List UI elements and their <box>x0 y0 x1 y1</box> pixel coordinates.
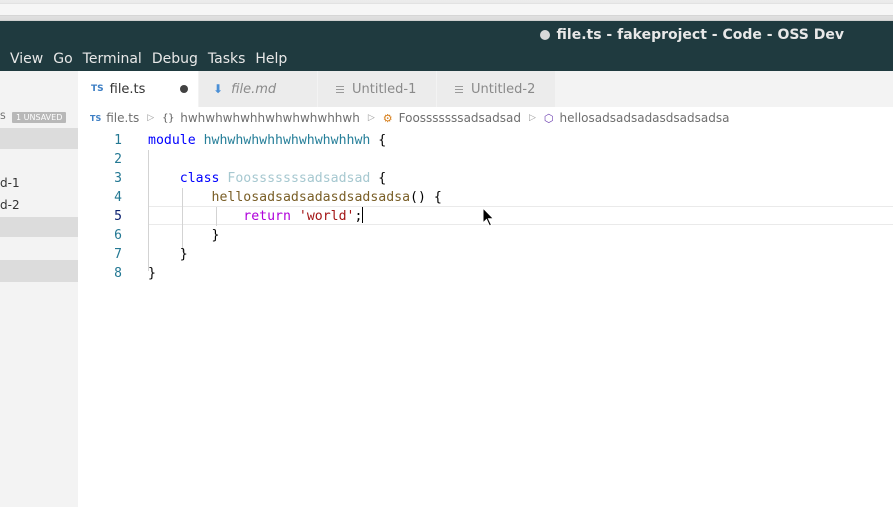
open-editors-header-edge: S <box>0 112 6 122</box>
code-text[interactable]: class Foosssssssadsadsad { <box>148 169 386 188</box>
code-line[interactable]: 1 module hwhwhwhwhhwhwhwhwhhwh { <box>78 131 893 150</box>
editor-tab-bar: TS file.ts ⬇ file.md Untitled-1 Untitled… <box>78 71 893 107</box>
menu-tasks[interactable]: Tasks <box>203 49 251 69</box>
ts-icon: TS <box>91 84 104 94</box>
code-line[interactable]: 6 } <box>78 226 893 245</box>
code-text[interactable]: } <box>148 226 220 245</box>
breadcrumb: TS file.ts ▷ {} hwhwhwhwhhwhwhwhwhhwh ▷ … <box>78 107 893 129</box>
chevron-right-icon: ▷ <box>147 113 155 123</box>
window-title: file.ts - fakeproject - Code - OSS Dev <box>539 27 844 43</box>
folder-section-header[interactable] <box>0 217 78 237</box>
open-editor-untitled-1[interactable]: d-1 <box>0 176 20 190</box>
mouse-pointer-icon <box>482 207 495 227</box>
menu-view[interactable]: View <box>0 49 48 69</box>
tab-untitled-1[interactable]: Untitled-1 <box>318 71 436 107</box>
text-cursor <box>362 207 364 223</box>
code-line[interactable]: 7 } <box>78 245 893 264</box>
desktop-strip-bar <box>0 3 893 16</box>
breadcrumb-class[interactable]: Foosssssssadsadsad <box>399 111 521 125</box>
line-number: 3 <box>114 171 122 186</box>
line-number: 5 <box>114 209 122 224</box>
tab-file-ts[interactable]: TS file.ts <box>78 71 198 107</box>
tab-untitled-2[interactable]: Untitled-2 <box>437 71 555 107</box>
explorer-sidebar: S 1 UNSAVED d-1 d-2 <box>0 71 78 507</box>
namespace-braces-icon: {} <box>162 112 175 124</box>
open-editors-header[interactable]: S 1 UNSAVED <box>0 111 78 125</box>
tab-file-md[interactable]: ⬇ file.md <box>199 71 317 107</box>
breadcrumb-namespace[interactable]: hwhwhwhwhhwhwhwhwhhwh <box>180 111 360 125</box>
menu-terminal[interactable]: Terminal <box>78 49 147 69</box>
title-bar: file.ts - fakeproject - Code - OSS Dev V… <box>0 21 893 71</box>
tab-label: Untitled-2 <box>471 81 536 97</box>
class-icon: ⚙ <box>382 111 393 125</box>
text-lines-icon <box>336 84 344 95</box>
code-line[interactable]: 2 <box>78 150 893 169</box>
ts-icon: TS <box>90 113 102 123</box>
code-line[interactable]: 8 } <box>78 264 893 283</box>
markdown-icon: ⬇ <box>213 82 224 96</box>
open-editor-untitled-2[interactable]: d-2 <box>0 198 20 212</box>
code-text[interactable]: } <box>148 245 188 264</box>
menu-debug[interactable]: Debug <box>147 49 203 69</box>
line-number: 6 <box>114 228 122 243</box>
line-number: 1 <box>114 133 122 148</box>
code-line[interactable]: 3 class Foosssssssadsadsad { <box>78 169 893 188</box>
method-cube-icon: ⬡ <box>543 111 554 125</box>
line-number: 4 <box>114 190 122 205</box>
line-number: 2 <box>114 152 122 167</box>
dirty-indicator-icon[interactable] <box>180 85 188 93</box>
window-title-text: file.ts - fakeproject - Code - OSS Dev <box>556 27 844 43</box>
desktop-top-strip <box>0 0 893 21</box>
chevron-right-icon: ▷ <box>528 113 536 123</box>
text-lines-icon <box>455 84 463 95</box>
unsaved-count-badge: 1 UNSAVED <box>12 112 67 123</box>
menu-go[interactable]: Go <box>48 49 77 69</box>
code-text[interactable]: hellosadsadsadasdsadsadsa() { <box>148 188 442 207</box>
menu-help[interactable]: Help <box>250 49 292 69</box>
chevron-right-icon: ▷ <box>367 113 375 123</box>
code-line[interactable]: 4 hellosadsadsadasdsadsadsa() { <box>78 188 893 207</box>
tab-label: Untitled-1 <box>352 81 417 97</box>
tab-label: file.ts <box>109 81 146 97</box>
code-text[interactable]: } <box>148 264 156 283</box>
code-editor[interactable]: 1 module hwhwhwhwhhwhwhwhwhhwh { 2 3 cla… <box>78 129 893 507</box>
unsaved-dot-icon <box>539 30 550 40</box>
code-text[interactable]: return 'world'; <box>148 207 364 226</box>
breadcrumb-file[interactable]: file.ts <box>106 111 139 125</box>
breadcrumb-method[interactable]: hellosadsadsadasdsadsadsa <box>560 111 730 125</box>
code-text[interactable]: module hwhwhwhwhhwhwhwhwhhwh { <box>148 131 386 150</box>
line-number: 8 <box>114 266 122 281</box>
menu-bar: View Go Terminal Debug Tasks Help <box>0 49 292 69</box>
open-editor-selected-row[interactable] <box>0 128 78 149</box>
line-number: 7 <box>114 247 122 262</box>
tab-label: file.md <box>231 81 277 97</box>
explorer-selected-file-row[interactable] <box>0 260 78 282</box>
